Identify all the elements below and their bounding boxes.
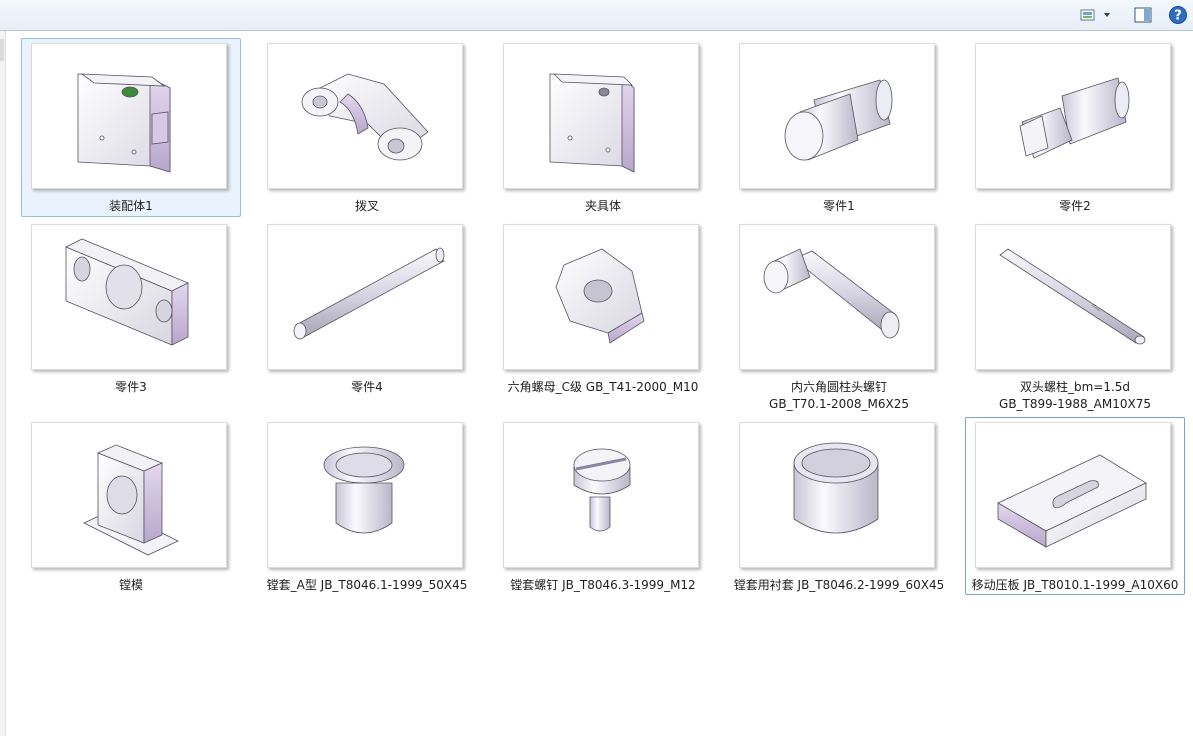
part-preview-icon bbox=[573, 448, 631, 532]
file-name-line: 双头螺柱_bm=1.5d bbox=[1019, 380, 1131, 394]
liner-thumbnail bbox=[739, 422, 935, 568]
bushing-screw-thumbnail bbox=[503, 422, 699, 568]
chevron-down-icon bbox=[1104, 13, 1110, 17]
file-name-line: 移动压板 JB_T8010.1-1999_A10X60 bbox=[971, 578, 1179, 592]
file-name: 双头螺柱_bm=1.5d GB_T899-1988_AM10X75 bbox=[968, 379, 1182, 413]
part-preview-icon bbox=[763, 248, 900, 339]
file-item[interactable]: 零件2 bbox=[965, 38, 1185, 217]
svg-text:?: ? bbox=[1174, 9, 1182, 24]
file-name: 镗套用衬套 JB_T8046.2-1999_60X45 bbox=[732, 577, 946, 594]
file-name-line: 装配体1 bbox=[109, 199, 153, 213]
part-preview-icon bbox=[549, 73, 635, 173]
view-options-icon bbox=[1080, 9, 1110, 21]
file-name: 移动压板 JB_T8010.1-1999_A10X60 bbox=[968, 577, 1182, 594]
file-name-line: 内六角圆柱头螺钉 bbox=[790, 380, 887, 394]
preview-pane-button[interactable] bbox=[1132, 5, 1154, 25]
file-name-line: 零件3 bbox=[115, 380, 147, 394]
file-item[interactable]: 零件4 bbox=[257, 219, 477, 398]
part-preview-icon bbox=[77, 73, 171, 173]
file-item[interactable]: 零件1 bbox=[729, 38, 949, 217]
file-name: 零件2 bbox=[968, 198, 1182, 215]
hex-nut-thumbnail bbox=[503, 224, 699, 370]
socket-screw-thumbnail bbox=[739, 224, 935, 370]
file-item[interactable]: 移动压板 JB_T8010.1-1999_A10X60 bbox=[965, 417, 1185, 595]
file-item[interactable]: 夹具体 bbox=[493, 38, 713, 217]
file-name-line: 镗套螺钉 JB_T8046.3-1999_M12 bbox=[510, 578, 696, 592]
file-item[interactable]: 拨叉 bbox=[257, 38, 477, 217]
part-preview-icon bbox=[323, 446, 405, 534]
help-button[interactable]: ? bbox=[1167, 5, 1189, 25]
file-item[interactable]: 镗套_A型 JB_T8046.1-1999_50X45 bbox=[257, 417, 477, 595]
clamp-plate-thumbnail bbox=[975, 422, 1171, 568]
file-name-line-2: GB_T899-1988_AM10X75 bbox=[999, 397, 1151, 411]
file-name-line: 夹具体 bbox=[584, 199, 621, 213]
file-item[interactable]: 镗套螺钉 JB_T8046.3-1999_M12 bbox=[493, 417, 713, 595]
part-preview-icon bbox=[555, 248, 645, 344]
part-preview-icon bbox=[997, 454, 1147, 548]
pin-part-thumbnail bbox=[267, 224, 463, 370]
file-name-line: 零件1 bbox=[823, 199, 855, 213]
file-name-line: 镗套_A型 JB_T8046.1-1999_50X45 bbox=[266, 578, 468, 592]
file-name-line: 拨叉 bbox=[354, 199, 379, 213]
file-name: 镗套_A型 JB_T8046.1-1999_50X45 bbox=[260, 577, 474, 594]
plate-part-thumbnail bbox=[31, 224, 227, 370]
preview-pane-icon bbox=[1134, 7, 1152, 23]
file-item[interactable]: 零件3 bbox=[21, 219, 241, 398]
fixture-body-thumbnail bbox=[503, 43, 699, 189]
file-name: 拨叉 bbox=[260, 198, 474, 215]
change-view-button[interactable] bbox=[1077, 5, 1119, 25]
part-preview-icon bbox=[793, 442, 879, 534]
file-item[interactable]: 双头螺柱_bm=1.5d GB_T899-1988_AM10X75 bbox=[965, 219, 1185, 415]
file-name-line: 镗套用衬套 JB_T8046.2-1999_60X45 bbox=[733, 578, 945, 592]
help-icon: ? bbox=[1169, 6, 1187, 24]
command-bar: ? bbox=[0, 0, 1193, 31]
bushing-thumbnail bbox=[267, 422, 463, 568]
file-name: 零件3 bbox=[24, 379, 238, 396]
file-name-line-2: GB_T70.1-2008_M6X25 bbox=[769, 397, 909, 411]
file-name-line: 零件2 bbox=[1059, 199, 1091, 213]
file-item[interactable]: 内六角圆柱头螺钉 GB_T70.1-2008_M6X25 bbox=[729, 219, 949, 415]
file-name: 镗套螺钉 JB_T8046.3-1999_M12 bbox=[496, 577, 710, 594]
file-name: 装配体1 bbox=[24, 198, 238, 215]
file-item[interactable]: 镗套用衬套 JB_T8046.2-1999_60X45 bbox=[729, 417, 949, 595]
stud-thumbnail bbox=[975, 224, 1171, 370]
part-preview-icon bbox=[999, 248, 1146, 345]
file-name-line: 零件4 bbox=[351, 380, 383, 394]
part-preview-icon bbox=[65, 238, 189, 346]
file-name: 零件4 bbox=[260, 379, 474, 396]
file-name: 夹具体 bbox=[496, 198, 710, 215]
file-name: 镗模 bbox=[24, 577, 238, 594]
part-preview-icon bbox=[1019, 77, 1130, 159]
file-name-line: 六角螺母_C级 GB_T41-2000_M10 bbox=[507, 380, 699, 394]
navigation-pane-edge[interactable] bbox=[0, 31, 6, 736]
part-preview-icon bbox=[293, 247, 445, 340]
file-item[interactable]: 六角螺母_C级 GB_T41-2000_M10 bbox=[493, 219, 713, 398]
file-name-line: 镗模 bbox=[118, 578, 143, 592]
part-preview-icon bbox=[83, 444, 179, 556]
shaft-part-thumbnail bbox=[739, 43, 935, 189]
file-item[interactable]: 装配体1 bbox=[21, 38, 241, 217]
boring-jig-thumbnail bbox=[31, 422, 227, 568]
file-item[interactable]: 镗模 bbox=[21, 417, 241, 595]
shaft-flat-part-thumbnail bbox=[975, 43, 1171, 189]
fork-part-thumbnail bbox=[267, 43, 463, 189]
part-preview-icon bbox=[301, 73, 429, 161]
file-name: 六角螺母_C级 GB_T41-2000_M10 bbox=[496, 379, 710, 396]
file-name: 零件1 bbox=[732, 198, 946, 215]
file-name: 内六角圆柱头螺钉 GB_T70.1-2008_M6X25 bbox=[732, 379, 946, 413]
part-preview-icon bbox=[784, 79, 893, 161]
assembly-thumbnail bbox=[31, 43, 227, 189]
